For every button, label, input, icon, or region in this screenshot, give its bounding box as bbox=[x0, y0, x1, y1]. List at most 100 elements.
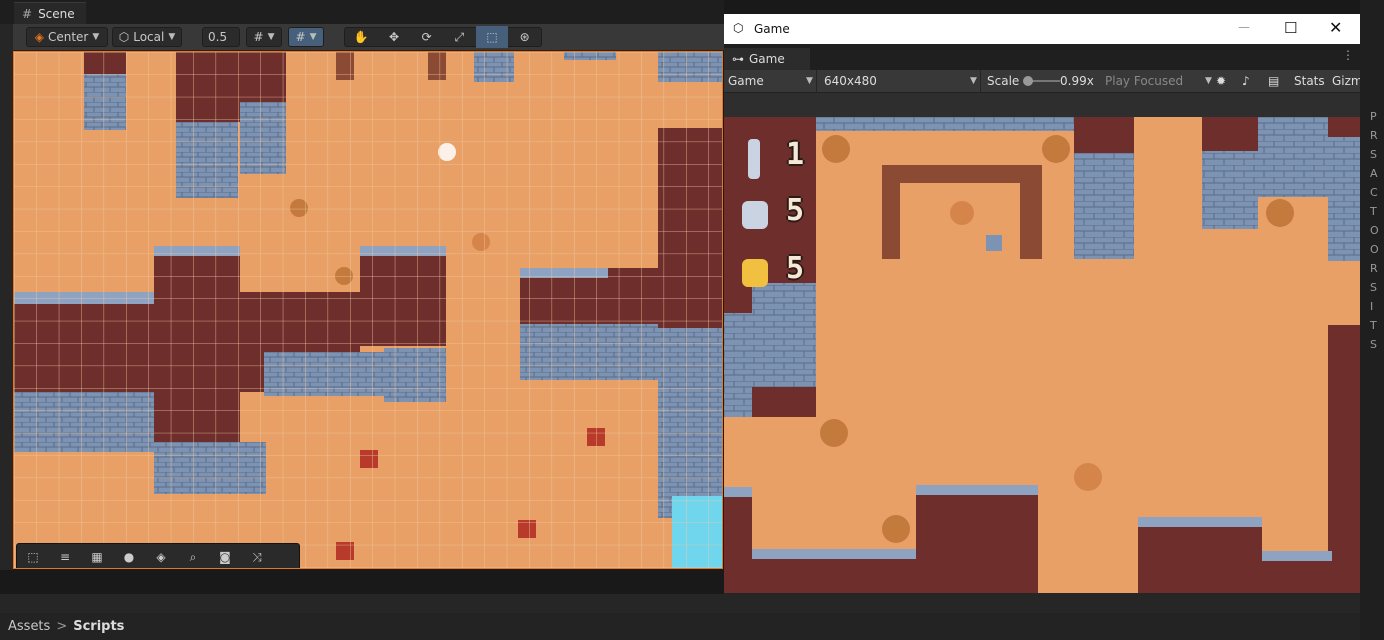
game-window-titlebar[interactable]: ⬡ Game — ☐ ✕ bbox=[724, 14, 1360, 44]
scene-tab-bar: # Scene bbox=[0, 0, 724, 24]
grid-snap-icon: # bbox=[295, 30, 306, 44]
space-dropdown[interactable]: ⬡ Local ▼ bbox=[112, 27, 182, 47]
shuffle-button[interactable]: ⤨ bbox=[241, 546, 273, 568]
sliders-button[interactable]: ≡ bbox=[49, 546, 81, 568]
scene-toolbar: ◈ Center ▼ ⬡ Local ▼ 0.5 # ▼ # ▼ ✋ ✥ ⟳ ⤢… bbox=[0, 24, 724, 51]
inspector-label-fragment: R bbox=[1370, 129, 1378, 142]
game-tilemap bbox=[724, 117, 1360, 593]
audio-icon[interactable]: ♪ bbox=[1242, 70, 1250, 92]
layers-icon: ◈ bbox=[156, 550, 166, 564]
game-tab[interactable]: ⊶ Game bbox=[724, 48, 810, 70]
scene-bottom-strip bbox=[0, 570, 724, 594]
game-viewport[interactable]: 1 5 5 bbox=[724, 117, 1360, 593]
rotate-tool-button[interactable]: ⟳ bbox=[410, 26, 443, 48]
inspector-labels: PRSACTOORSITS bbox=[1370, 110, 1379, 351]
rect-select-icon: ⬚ bbox=[27, 550, 39, 564]
pivot-icon: ◈ bbox=[34, 30, 44, 44]
chevron-down-icon: ▼ bbox=[1205, 76, 1212, 86]
scene-tab[interactable]: # Scene bbox=[14, 2, 86, 24]
inspector-label-fragment: C bbox=[1370, 186, 1378, 199]
inspector-label-fragment: P bbox=[1370, 110, 1377, 123]
breadcrumb-scripts[interactable]: Scripts bbox=[73, 619, 124, 634]
increment-snap-button[interactable]: # ▼ bbox=[246, 27, 282, 47]
inspector-label-fragment: S bbox=[1370, 338, 1377, 351]
sword-count: 1 bbox=[786, 137, 805, 172]
display-label: Game bbox=[728, 74, 764, 88]
move-icon: ✥ bbox=[388, 30, 400, 44]
unity-logo-icon: ⬡ bbox=[733, 21, 744, 35]
move-tool-button[interactable]: ✥ bbox=[378, 26, 411, 48]
keyboard-icon[interactable]: ▤ bbox=[1268, 70, 1279, 92]
game-letterbox-bottom bbox=[724, 593, 1360, 613]
gizmos-button[interactable]: Gizm bbox=[1332, 70, 1363, 92]
maximize-icon[interactable]: ☐ bbox=[1284, 19, 1297, 37]
toolbar-separator bbox=[816, 70, 817, 92]
scale-slider-handle[interactable] bbox=[1022, 76, 1033, 86]
hand-tool-button[interactable]: ✋ bbox=[345, 26, 378, 48]
search-button[interactable]: ⌕ bbox=[177, 546, 209, 568]
stats-button[interactable]: Stats bbox=[1294, 70, 1325, 92]
pivot-label: Center bbox=[47, 30, 89, 44]
chevron-down-icon: ▼ bbox=[267, 32, 275, 42]
circle-icon: ● bbox=[123, 550, 135, 564]
breadcrumb-assets[interactable]: Assets bbox=[8, 619, 50, 634]
transform-tool-button[interactable]: ⊛ bbox=[508, 26, 541, 48]
inspector-label-fragment: S bbox=[1370, 148, 1377, 161]
scene-left-edge bbox=[0, 24, 13, 570]
inspector-label-fragment: I bbox=[1370, 300, 1374, 313]
scene-overlay-toolbar: ⬚ ≡ ▦ ● ◈ ⌕ ◙ ⤨ bbox=[16, 543, 300, 568]
grid-hash-icon: # bbox=[22, 6, 33, 21]
inspector-label-fragment: S bbox=[1370, 281, 1377, 294]
rect-tool-overlay-button[interactable]: ⬚ bbox=[17, 546, 49, 568]
snap-value: 0.5 bbox=[208, 30, 228, 44]
scale-icon: ⤢ bbox=[454, 29, 465, 44]
bug-icon[interactable]: ✹ bbox=[1216, 70, 1226, 92]
resolution-dropdown[interactable]: 640x480 ▼ bbox=[824, 70, 977, 92]
cube-icon: ⬡ bbox=[118, 30, 130, 44]
scale-slider-track[interactable] bbox=[1022, 76, 1060, 86]
rotate-icon: ⟳ bbox=[421, 30, 432, 44]
pivot-dropdown[interactable]: ◈ Center ▼ bbox=[26, 27, 108, 47]
chevron-down-icon: ▼ bbox=[970, 76, 977, 86]
scene-footer-gap bbox=[0, 594, 724, 613]
inspector-label-fragment: O bbox=[1370, 243, 1379, 256]
search-icon: ⌕ bbox=[189, 549, 197, 564]
grid-snap-button[interactable]: # ▼ bbox=[288, 27, 324, 47]
grid-toggle-button[interactable]: ▦ bbox=[81, 546, 113, 568]
inspector-label-fragment: T bbox=[1370, 205, 1377, 218]
scale-tool-button[interactable]: ⤢ bbox=[443, 26, 476, 48]
close-icon[interactable]: ✕ bbox=[1329, 18, 1342, 37]
scale-label: Scale bbox=[987, 74, 1020, 88]
inspector-label-fragment: R bbox=[1370, 262, 1378, 275]
scale-value: 0.99x bbox=[1060, 74, 1094, 88]
play-mode-label: Play Focused bbox=[1105, 74, 1184, 88]
scene-viewport[interactable]: ⬚ ≡ ▦ ● ◈ ⌕ ◙ ⤨ bbox=[13, 51, 723, 569]
scene-tab-label: Scene bbox=[38, 6, 75, 21]
coin-count: 5 bbox=[786, 251, 805, 286]
snap-increment-field[interactable]: 0.5 bbox=[202, 27, 240, 47]
camera-icon: ◙ bbox=[219, 550, 231, 564]
game-tab-bar: ⊶ Game ⋮ bbox=[724, 44, 1360, 70]
more-menu-icon[interactable]: ⋮ bbox=[1342, 48, 1354, 62]
toolbar-separator bbox=[980, 70, 981, 92]
chevron-down-icon: ▼ bbox=[92, 32, 100, 42]
chevron-down-icon: ▼ bbox=[309, 32, 317, 42]
display-dropdown[interactable]: Game ▼ bbox=[728, 70, 814, 92]
layers-button[interactable]: ◈ bbox=[145, 546, 177, 568]
paint-button[interactable]: ● bbox=[113, 546, 145, 568]
inspector-label-fragment: O bbox=[1370, 224, 1379, 237]
breadcrumb-separator: > bbox=[56, 619, 68, 634]
game-tab-label: Game bbox=[749, 52, 785, 66]
play-mode-dropdown[interactable]: Play Focused ▼ bbox=[1105, 70, 1212, 92]
inspector-label-fragment: A bbox=[1370, 167, 1378, 180]
rect-tool-button[interactable]: ⬚ bbox=[475, 26, 509, 48]
minimize-icon[interactable]: — bbox=[1238, 20, 1250, 34]
game-window-title: Game bbox=[754, 22, 790, 36]
transform-icon: ⊛ bbox=[519, 30, 530, 44]
rect-icon: ⬚ bbox=[486, 30, 498, 44]
camera-button[interactable]: ◙ bbox=[209, 546, 241, 568]
transform-tools: ✋ ✥ ⟳ ⤢ ⬚ ⊛ bbox=[344, 26, 542, 48]
chevron-down-icon: ▼ bbox=[168, 32, 176, 42]
hand-icon: ✋ bbox=[353, 30, 369, 44]
sliders-icon: ≡ bbox=[59, 550, 71, 564]
